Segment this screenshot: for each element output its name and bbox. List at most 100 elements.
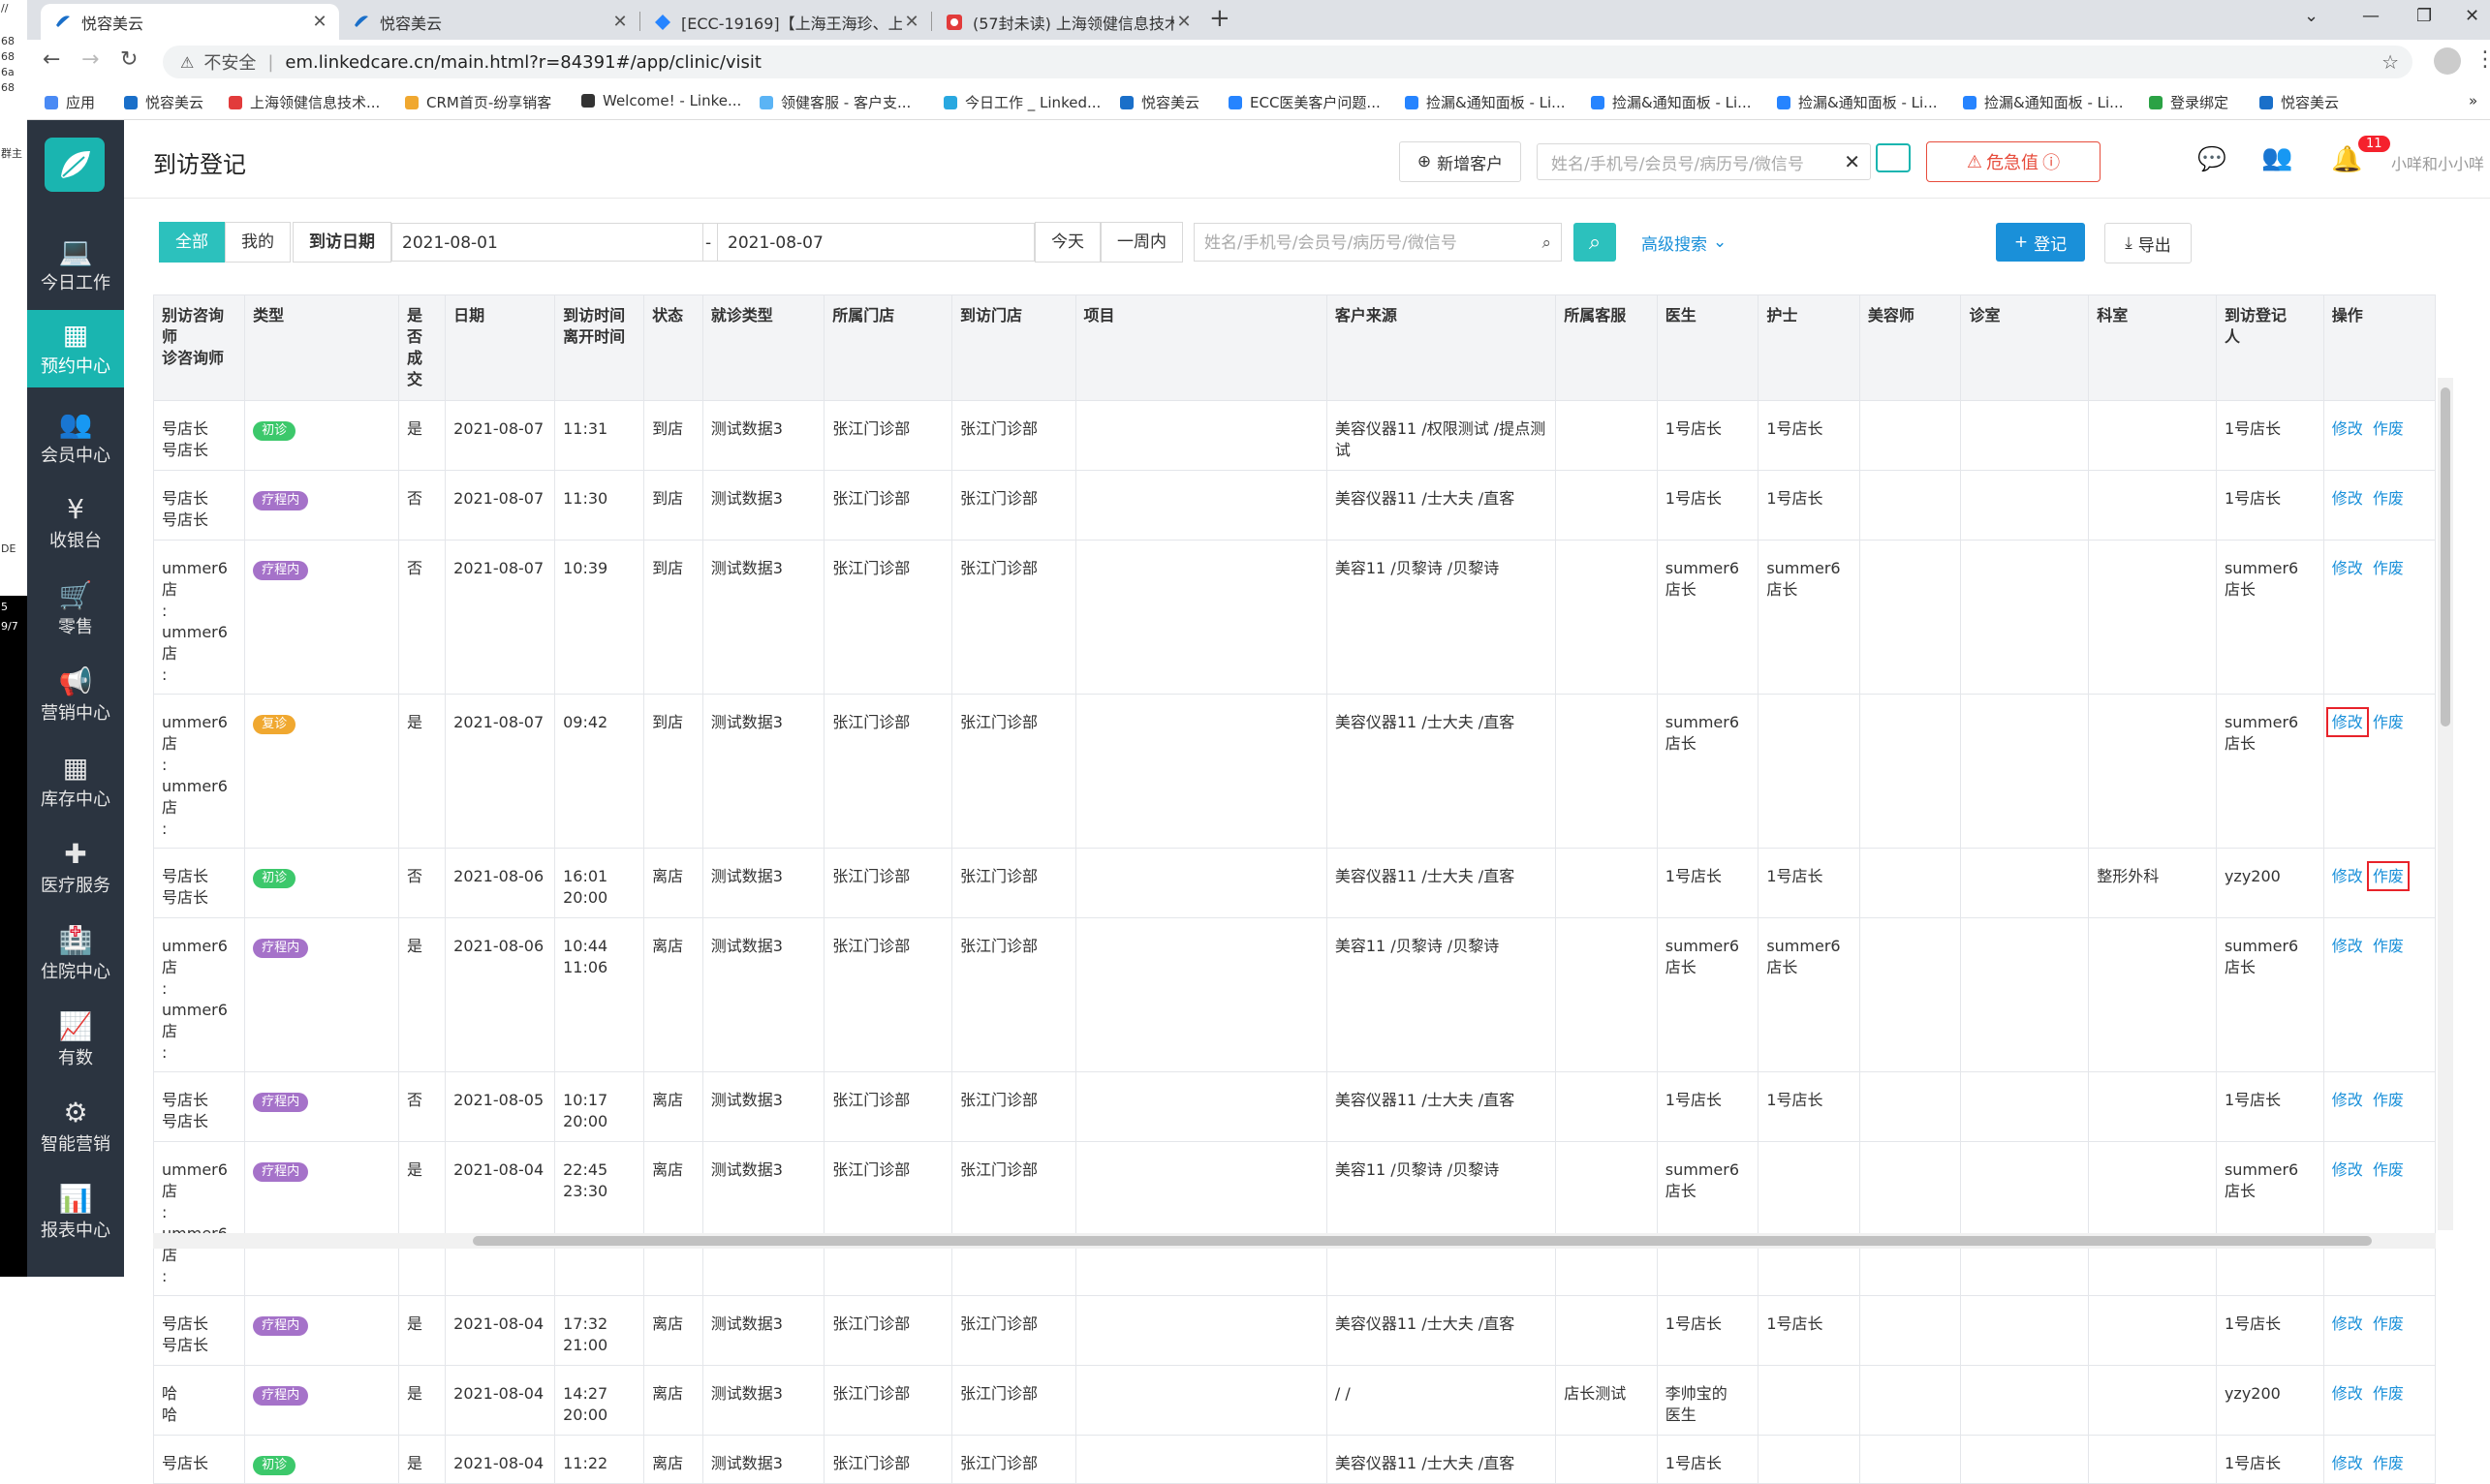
vertical-scrollbar[interactable] (2438, 378, 2453, 1230)
header-search-input[interactable]: 姓名/手机号/会员号/病历号/微信号 ✕ (1537, 143, 1871, 180)
edit-link[interactable]: 修改 (2332, 1314, 2363, 1333)
table-row[interactable]: 号店长 号店长 疗程内否 2021-08-05 10:17 20:00 离店 测试数据3 张… (152, 1071, 2437, 1142)
list-search-input[interactable]: 姓名/手机号/会员号/病历号/微信号 ⌕ (1194, 223, 1562, 262)
browser-tab[interactable]: [ECC-19169]【上海王海珍、上 ✕ (640, 4, 931, 40)
advanced-search-link[interactable]: 高级搜索 ⌄ (1641, 223, 1727, 262)
void-link[interactable]: 作废 (2373, 559, 2404, 577)
user-menu[interactable]: 小咩和小小咩 (张江门诊部) ⌄ (2391, 151, 2490, 174)
tab-close-icon[interactable]: ✕ (610, 12, 630, 32)
table-row[interactable]: 哈 哈疗程内是 2021-08-04 14:27 20:00 离店 测试数据3 张江门诊部… (152, 1365, 2437, 1436)
edit-link[interactable]: 修改 (2332, 419, 2363, 438)
browser-tab[interactable]: (57封未读) 上海领健信息技术有 ✕ (932, 4, 1203, 40)
bookmark-item[interactable]: 领健客服 - 客户支... (760, 92, 911, 112)
edit-link[interactable]: 修改 (2332, 1160, 2363, 1179)
browser-tab[interactable]: 悦容美云 ✕ (339, 4, 639, 40)
group-icon[interactable]: 👥 (2261, 143, 2292, 172)
void-link[interactable]: 作废 (2373, 713, 2404, 731)
url-field[interactable]: ⚠ 不安全 | em.linkedcare.cn/main.html?r=843… (163, 46, 2412, 78)
horizontal-scrollbar[interactable] (153, 1233, 2436, 1249)
edit-link[interactable]: 修改 (2332, 1384, 2363, 1403)
maximize-icon[interactable]: ❐ (2416, 6, 2432, 26)
table-row[interactable]: 号店长 初诊是 2021-08-04 11:22 离店 测试数据3 张江门诊部 张江门诊部 美容… (152, 1435, 2437, 1484)
bookmark-item[interactable]: 悦容美云 (2259, 92, 2339, 112)
date-from-input[interactable]: 2021-08-01 (391, 223, 703, 262)
table-row[interactable]: 号店长 号店长 疗程内否 2021-08-07 11:30 到店 测试数据3 张江门诊部 张江… (152, 470, 2437, 541)
forward-icon[interactable]: → (81, 47, 99, 72)
bookmark-item[interactable]: 登录绑定 (2149, 92, 2228, 112)
bookmark-item[interactable]: Welcome! - Linke... (581, 92, 741, 109)
sidebar-item-inpatient[interactable]: 🏥 住院中心 (27, 915, 124, 993)
bookmark-item[interactable]: 悦容美云 (124, 92, 203, 112)
scrollbar-thumb[interactable] (473, 1236, 2372, 1246)
edit-link[interactable]: 修改 (2332, 1091, 2363, 1109)
bookmark-item[interactable]: 应用 (45, 92, 95, 112)
tab-close-icon[interactable]: ✕ (902, 12, 921, 32)
table-row[interactable]: ummer6店 : ummer6店 : 疗程内 是 2021-08-06 10:44 1… (152, 917, 2437, 1072)
critical-value-button[interactable]: ⚠ 危急值 ⓘ (1926, 141, 2101, 182)
reload-icon[interactable]: ↻ (120, 47, 138, 72)
sidebar-item-reports[interactable]: 📊 报表中心 (27, 1174, 124, 1252)
edit-link[interactable]: 修改 (2332, 489, 2363, 508)
export-button[interactable]: ⤓ 导出 (2104, 223, 2192, 263)
week-button[interactable]: 一周内 (1101, 222, 1183, 263)
bookmark-item[interactable]: CRM首页-纷享销客 (405, 92, 551, 112)
sidebar-item-marketing[interactable]: 📢 营销中心 (27, 657, 124, 734)
edit-link[interactable]: 修改 (2325, 707, 2369, 737)
sidebar-item-medical[interactable]: ✚ 医疗服务 (27, 829, 124, 907)
bookmark-item[interactable]: 今日工作 _ Linked... (944, 92, 1101, 112)
bookmark-item[interactable]: 捡漏&通知面板 - Li... (1777, 92, 1937, 112)
void-link[interactable]: 作废 (2373, 1091, 2404, 1109)
id-card-icon[interactable] (1876, 143, 1911, 172)
table-row[interactable]: 号店长 号店长 疗程内是 2021-08-04 17:32 21:00 离店 测试数据3 张… (152, 1295, 2437, 1366)
scope-all-tab[interactable]: 全部 (159, 222, 225, 263)
edit-link[interactable]: 修改 (2332, 867, 2363, 885)
sidebar-item-retail[interactable]: 🛒 零售 (27, 571, 124, 648)
sidebar-item-today[interactable]: 💻 今日工作 (27, 227, 124, 304)
scope-mine-tab[interactable]: 我的 (225, 222, 291, 263)
bookmark-item[interactable]: 捡漏&通知面板 - Li... (1963, 92, 2123, 112)
bookmark-item[interactable]: 捡漏&通知面板 - Li... (1591, 92, 1751, 112)
back-icon[interactable]: ← (43, 47, 60, 72)
date-to-input[interactable]: 2021-08-07 (717, 223, 1035, 262)
void-link[interactable]: 作废 (2373, 419, 2404, 438)
table-row[interactable]: 号店长 号店长 初诊否 2021-08-06 16:01 20:00 离店 测试数据3 张江… (152, 848, 2437, 918)
today-button[interactable]: 今天 (1035, 222, 1101, 263)
new-tab-button[interactable]: + (1209, 4, 1230, 33)
void-link[interactable]: 作废 (2373, 1454, 2404, 1472)
table-row[interactable]: ummer6店 : ummer6店 : 疗程内 否 2021-08-07 10:39 到店… (152, 540, 2437, 695)
bookmark-star-icon[interactable]: ☆ (2381, 50, 2399, 74)
tab-close-icon[interactable]: ✕ (310, 12, 329, 32)
sidebar-item-analytics[interactable]: 📈 有数 (27, 1002, 124, 1079)
sidebar-item-inventory[interactable]: ▦ 库存中心 (27, 743, 124, 820)
void-link[interactable]: 作废 (2373, 1160, 2404, 1179)
void-link[interactable]: 作废 (2373, 1384, 2404, 1403)
browser-tab[interactable]: 悦容美云 ✕ (41, 4, 339, 40)
table-row[interactable]: ummer6店 : ummer6店 : 疗程内 是2021-08-0422:45 2… (152, 1141, 2437, 1296)
app-logo[interactable] (45, 138, 105, 192)
profile-avatar[interactable] (2434, 47, 2461, 75)
wechat-icon[interactable]: 💬 (2197, 145, 2226, 172)
register-button[interactable]: + 登记 (1996, 223, 2085, 262)
bookmark-item[interactable]: 上海领健信息技术... (229, 92, 380, 112)
sidebar-item-cashier[interactable]: ¥ 收银台 (27, 484, 124, 562)
void-link[interactable]: 作废 (2366, 861, 2410, 891)
void-link[interactable]: 作废 (2373, 1314, 2404, 1333)
edit-link[interactable]: 修改 (2332, 559, 2363, 577)
tab-close-icon[interactable]: ✕ (1174, 12, 1194, 32)
table-row[interactable]: ummer6店 : ummer6店 : 复诊 是 2021-08-07 09:42 到店测… (152, 694, 2437, 849)
menu-icon[interactable]: ⋮ (2474, 47, 2490, 72)
clear-icon[interactable]: ✕ (1844, 150, 1860, 173)
bookmark-item[interactable]: 捡漏&通知面板 - Li... (1405, 92, 1565, 112)
void-link[interactable]: 作废 (2373, 489, 2404, 508)
void-link[interactable]: 作废 (2373, 937, 2404, 955)
tab-search-icon[interactable]: ⌄ (2304, 6, 2319, 26)
scrollbar-thumb[interactable] (2441, 387, 2450, 727)
table-row[interactable]: 号店长 号店长 初诊是 2021-08-07 11:31 到店 测试数据3 张江门诊部 张江门… (152, 400, 2437, 471)
edit-link[interactable]: 修改 (2332, 937, 2363, 955)
bookmark-item[interactable]: 悦容美云 (1120, 92, 1199, 112)
minimize-icon[interactable]: — (2362, 6, 2380, 26)
add-customer-button[interactable]: ⊕ 新增客户 (1399, 141, 1521, 182)
bookmark-item[interactable]: ECC医美客户问题... (1229, 92, 1381, 112)
sidebar-item-appointment[interactable]: ▦ 预约中心 (27, 310, 124, 387)
search-button[interactable]: ⌕ (1573, 223, 1616, 262)
